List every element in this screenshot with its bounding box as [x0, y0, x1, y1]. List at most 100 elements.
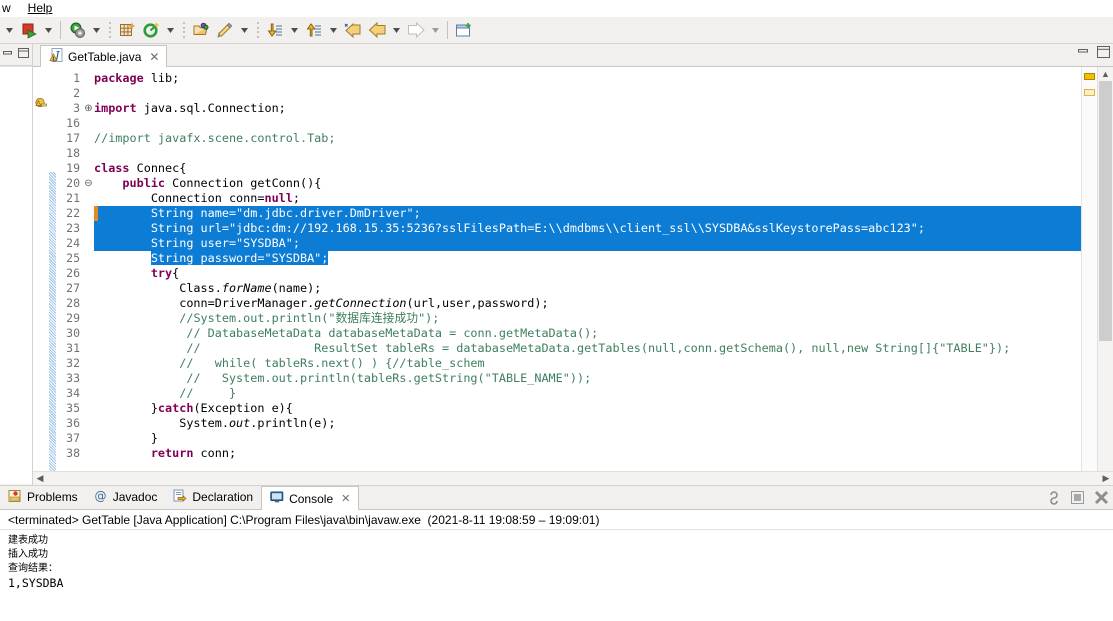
- line-number: 20: [57, 176, 80, 191]
- code-line[interactable]: class Connec{: [94, 161, 1081, 176]
- open-perspective-icon[interactable]: [452, 18, 476, 42]
- open-type-icon[interactable]: [189, 18, 213, 42]
- overview-marker[interactable]: [1084, 89, 1095, 96]
- stop-run-icon[interactable]: [17, 18, 41, 42]
- back-dropdown-arrow-icon[interactable]: [389, 18, 404, 42]
- code-line[interactable]: System.out.println(e);: [94, 416, 1081, 431]
- code-line[interactable]: Class.forName(name);: [94, 281, 1081, 296]
- code-line[interactable]: //import javafx.scene.control.Tab;: [94, 131, 1081, 146]
- code-line[interactable]: String password="SYSDBA";: [94, 251, 1081, 266]
- search-dropdown-arrow-icon[interactable]: [237, 18, 252, 42]
- javadoc-icon: @: [94, 489, 108, 506]
- code-line[interactable]: public Connection getConn(){: [94, 176, 1081, 191]
- scroll-left-arrow-icon[interactable]: ◀: [33, 473, 47, 484]
- fold-toggle-icon[interactable]: ⊖: [83, 176, 94, 191]
- minimize-icon[interactable]: [1078, 46, 1089, 64]
- code-line[interactable]: [94, 116, 1081, 131]
- fold-spacer: [83, 386, 94, 401]
- code-line[interactable]: // DatabaseMetaData databaseMetaData = c…: [94, 326, 1081, 341]
- tab-declaration[interactable]: Declaration: [165, 485, 261, 509]
- folding-ruler[interactable]: ⊕⊖: [83, 67, 94, 471]
- menu-item-window-clipped[interactable]: w: [1, 0, 21, 17]
- collapsed-view-stack-body[interactable]: [0, 66, 32, 484]
- code-line[interactable]: import java.sql.Connection;: [94, 101, 1081, 116]
- code-line[interactable]: package lib;: [94, 71, 1081, 86]
- maximize-icon[interactable]: [18, 46, 29, 64]
- editor-stack-controls: [1078, 46, 1110, 64]
- pin-console-icon[interactable]: [1047, 490, 1062, 510]
- new-java-class-icon[interactable]: [115, 18, 139, 42]
- last-edit-location-icon[interactable]: [341, 18, 365, 42]
- tab-problems[interactable]: Problems: [0, 485, 86, 509]
- code-line[interactable]: String url="jdbc:dm://192.168.15.35:5236…: [94, 221, 1081, 236]
- code-line[interactable]: // }: [94, 386, 1081, 401]
- scroll-right-arrow-icon[interactable]: ▶: [1099, 473, 1113, 484]
- forward-dropdown-arrow-icon[interactable]: [428, 18, 443, 42]
- run-dropdown-arrow-icon-2[interactable]: [41, 18, 56, 42]
- line-number: 18: [57, 146, 80, 161]
- code-line[interactable]: String user="SYSDBA";: [94, 236, 1081, 251]
- editor-tab-strip: J GetTable.java ✕: [33, 44, 1113, 67]
- menu-item-help[interactable]: Help: [21, 0, 60, 17]
- code-line[interactable]: Connection conn=null;: [94, 191, 1081, 206]
- code-line[interactable]: String name="dm.jdbc.driver.DmDriver";: [94, 206, 1081, 221]
- code-line[interactable]: // ResultSet tableRs = databaseMetaData.…: [94, 341, 1081, 356]
- fold-spacer: [83, 131, 94, 146]
- debug-dropdown-arrow-icon[interactable]: [89, 18, 104, 42]
- annotation-gutter[interactable]: [33, 67, 49, 471]
- next-annotation-arrow-icon[interactable]: [287, 18, 302, 42]
- run-dropdown-arrow-icon[interactable]: [2, 18, 17, 42]
- selected-text[interactable]: String url="jdbc:dm://192.168.15.35:5236…: [151, 221, 925, 235]
- tab-javadoc[interactable]: @ Javadoc: [86, 485, 166, 509]
- back-icon[interactable]: [365, 18, 389, 42]
- forward-icon[interactable]: [404, 18, 428, 42]
- overview-ruler[interactable]: [1081, 67, 1097, 471]
- horizontal-scrollbar[interactable]: ◀ ▶: [33, 471, 1113, 485]
- search-icon[interactable]: [213, 18, 237, 42]
- debug-icon[interactable]: [65, 18, 89, 42]
- bottom-panel: Problems @ Javadoc Declaration: [0, 485, 1113, 621]
- overview-marker[interactable]: [1084, 73, 1095, 80]
- code-line[interactable]: conn=DriverManager.getConnection(url,use…: [94, 296, 1081, 311]
- terminate-icon[interactable]: [1071, 491, 1085, 510]
- toolbar-dot-separator: [108, 21, 111, 39]
- previous-annotation-icon[interactable]: [302, 18, 326, 42]
- code-text[interactable]: package lib; import java.sql.Connection; /…: [94, 67, 1081, 471]
- code-line[interactable]: }: [94, 431, 1081, 446]
- close-icon[interactable]: ✕: [341, 492, 350, 505]
- selected-text[interactable]: String name="dm.jdbc.driver.DmDriver";: [151, 206, 421, 220]
- warning-marker-icon[interactable]: [35, 97, 48, 115]
- new-annotation-icon[interactable]: [139, 18, 163, 42]
- close-icon[interactable]: ✕: [149, 50, 159, 64]
- code-line[interactable]: // System.out.println(tableRs.getString(…: [94, 371, 1081, 386]
- code-line[interactable]: //System.out.println("数据库连接成功");: [94, 311, 1081, 326]
- selected-text[interactable]: String password="SYSDBA";: [151, 251, 329, 265]
- close-console-icon[interactable]: [1094, 490, 1109, 510]
- problems-icon: [8, 489, 22, 506]
- editor-tab-gettable[interactable]: J GetTable.java ✕: [40, 45, 167, 67]
- code-line[interactable]: // while( tableRs.next() ) {//table_sche…: [94, 356, 1081, 371]
- maximize-icon[interactable]: [1097, 46, 1110, 64]
- console-output[interactable]: 建表成功插入成功查询结果：1,SYSDBA: [0, 530, 1113, 621]
- code-editor[interactable]: 1231617181920212223242526272829303132333…: [33, 67, 1113, 471]
- fold-spacer: [83, 296, 94, 311]
- change-bar-segment: [49, 172, 56, 392]
- toolbar-separator-2: [447, 21, 448, 39]
- code-line[interactable]: [94, 86, 1081, 101]
- code-line[interactable]: [94, 146, 1081, 161]
- fold-toggle-icon[interactable]: ⊕: [83, 101, 94, 116]
- vertical-scrollbar[interactable]: ▲: [1097, 67, 1113, 471]
- restore-icon[interactable]: [3, 46, 12, 64]
- code-line[interactable]: }catch(Exception e){: [94, 401, 1081, 416]
- tab-console[interactable]: Console ✕: [261, 486, 359, 510]
- line-number-ruler: 1231617181920212223242526272829303132333…: [57, 67, 83, 471]
- code-line[interactable]: try{: [94, 266, 1081, 281]
- next-annotation-icon[interactable]: [263, 18, 287, 42]
- previous-annotation-arrow-icon[interactable]: [326, 18, 341, 42]
- horizontal-scrollbar-track[interactable]: [47, 472, 1099, 485]
- code-line[interactable]: return conn;: [94, 446, 1081, 461]
- vertical-scrollbar-thumb[interactable]: [1099, 81, 1112, 341]
- scroll-up-arrow-icon[interactable]: ▲: [1098, 67, 1113, 81]
- selected-text[interactable]: String user="SYSDBA";: [151, 236, 300, 250]
- new-dropdown-arrow-icon[interactable]: [163, 18, 178, 42]
